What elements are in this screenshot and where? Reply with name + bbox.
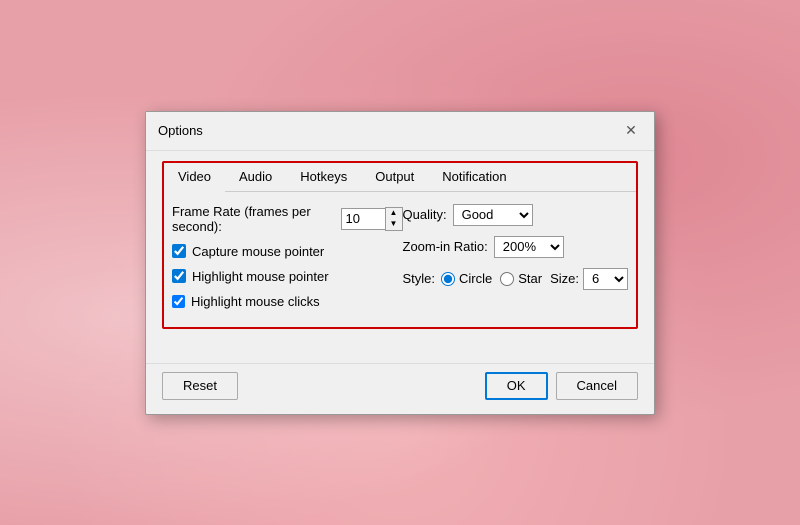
circle-label: Circle: [459, 271, 492, 286]
right-options-block: Quality: Good Better Best Zoom-in Ratio:…: [403, 204, 629, 290]
left-options: Frame Rate (frames per second): ▲ ▼: [172, 204, 403, 319]
style-row: Style: Circle Star: [403, 268, 629, 290]
frame-rate-spinner: ▲ ▼: [341, 207, 403, 231]
frame-rate-row: Frame Rate (frames per second): ▲ ▼: [172, 204, 403, 234]
cancel-button[interactable]: Cancel: [556, 372, 638, 400]
tab-audio[interactable]: Audio: [225, 163, 286, 191]
star-option: Star: [500, 271, 542, 286]
close-button[interactable]: ✕: [620, 120, 642, 142]
spinner-down-button[interactable]: ▼: [386, 219, 402, 230]
size-select[interactable]: 4 5 6 7 8: [583, 268, 628, 290]
quality-row: Quality: Good Better Best: [403, 204, 629, 226]
tab-notification[interactable]: Notification: [428, 163, 520, 191]
capture-mouse-label: Capture mouse pointer: [192, 244, 324, 259]
highlight-mouse-label: Highlight mouse pointer: [192, 269, 329, 284]
footer-right-buttons: OK Cancel: [485, 372, 638, 400]
circle-option: Circle: [441, 271, 492, 286]
zoom-row: Zoom-in Ratio: 100% 150% 200% 250%: [403, 236, 629, 258]
zoom-label: Zoom-in Ratio:: [403, 239, 488, 254]
reset-button[interactable]: Reset: [162, 372, 238, 400]
style-radio-group: Circle Star Size: 4: [441, 268, 628, 290]
frame-rate-input[interactable]: [341, 208, 385, 230]
capture-mouse-row: Capture mouse pointer: [172, 244, 403, 259]
star-radio[interactable]: [500, 272, 514, 286]
highlight-mouse-checkbox[interactable]: [172, 269, 186, 283]
dialog-footer: Reset OK Cancel: [146, 363, 654, 414]
tabs-bar: Video Audio Hotkeys Output Notification: [164, 163, 636, 192]
circle-radio[interactable]: [441, 272, 455, 286]
tab-hotkeys[interactable]: Hotkeys: [286, 163, 361, 191]
tabs-container: Video Audio Hotkeys Output Notification …: [162, 161, 638, 329]
highlight-clicks-label: Highlight mouse clicks: [191, 294, 320, 309]
frame-rate-label: Frame Rate (frames per second):: [172, 204, 335, 234]
frame-rate-left: Frame Rate (frames per second): ▲ ▼: [172, 204, 403, 234]
zoom-select[interactable]: 100% 150% 200% 250%: [494, 236, 564, 258]
dialog-title: Options: [158, 123, 203, 138]
highlight-clicks-row: Highlight mouse clicks: [172, 294, 403, 309]
highlight-clicks-checkbox[interactable]: [172, 295, 185, 308]
tab-video[interactable]: Video: [164, 163, 225, 192]
video-tab-content: Frame Rate (frames per second): ▲ ▼: [164, 192, 636, 327]
tab-output[interactable]: Output: [361, 163, 428, 191]
top-options-row: Frame Rate (frames per second): ▲ ▼: [172, 204, 628, 319]
highlight-mouse-row: Highlight mouse pointer: [172, 269, 403, 284]
capture-mouse-checkbox[interactable]: [172, 244, 186, 258]
options-dialog: Options ✕ Video Audio Hotkeys Output Not…: [145, 111, 655, 415]
ok-button[interactable]: OK: [485, 372, 548, 400]
quality-select[interactable]: Good Better Best: [453, 204, 533, 226]
size-label: Size:: [550, 271, 579, 286]
quality-label: Quality:: [403, 207, 447, 222]
spinner-buttons: ▲ ▼: [385, 207, 403, 231]
highlight-clicks-left: Highlight mouse clicks: [172, 294, 320, 309]
star-label: Star: [518, 271, 542, 286]
size-control: Size: 4 5 6 7 8: [550, 268, 628, 290]
style-label: Style:: [403, 271, 436, 286]
spinner-up-button[interactable]: ▲: [386, 208, 402, 219]
title-bar: Options ✕: [146, 112, 654, 151]
dialog-content: Video Audio Hotkeys Output Notification …: [146, 151, 654, 359]
